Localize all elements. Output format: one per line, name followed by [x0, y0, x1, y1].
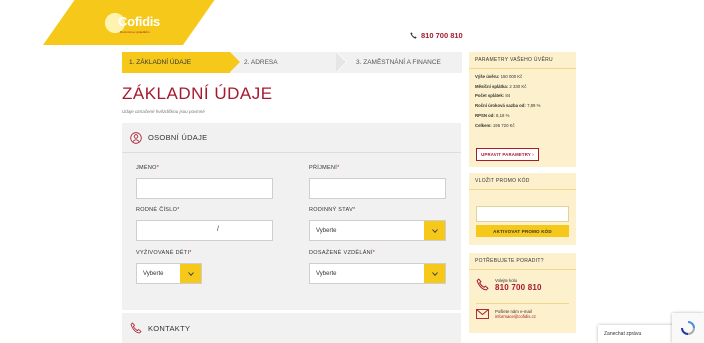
first-name-input[interactable] [136, 178, 273, 199]
education-label: DOSAŽENÉ VZDĚLÁNÍ* [309, 250, 376, 256]
personal-info-panel: OSOBNÍ ÚDAJE JMÉNO* PŘÍJMENÍ* RODNÉ ČÍSL… [122, 123, 461, 310]
children-select[interactable]: Vyberte [136, 263, 202, 284]
chevron-down-icon [424, 264, 445, 283]
step-label: 1. ZÁKLADNÍ ÚDAJE [129, 59, 192, 66]
chat-label: Zanechat zprávu [604, 331, 642, 337]
children-label: VYŽIVOVANÉ DĚTI* [136, 250, 192, 256]
param-row: Roční úroková sazba od: 7,89 % [475, 103, 541, 109]
last-name-input[interactable] [309, 178, 446, 199]
mail-contact[interactable]: Pošlete nám e-mail informace@cofidis.cz [476, 309, 536, 319]
marital-status-select[interactable]: Vyberte [309, 220, 446, 241]
chevron-down-icon [424, 221, 445, 240]
education-value: Vyberte [316, 270, 337, 277]
header-phone[interactable]: 810 700 810 [410, 31, 463, 40]
step-label: 2. ADRESA [244, 59, 278, 66]
mail-link[interactable]: informace@cofidis.cz [495, 314, 536, 319]
logo-text: Cofidis [118, 14, 160, 29]
recaptcha-icon [681, 321, 695, 335]
step-employment: 3. ZAMĚSTNÁNÍ A FINANCE [336, 52, 462, 73]
call-contact[interactable]: Volejte kolu 810 700 810 [476, 278, 542, 292]
help-box: POTŘEBUJETE PORADIT? Volejte kolu 810 70… [469, 253, 576, 333]
personal-info-header: OSOBNÍ ÚDAJE [122, 123, 461, 153]
contacts-panel[interactable]: KONTAKTY [122, 313, 461, 343]
step-label: 3. ZAMĚSTNÁNÍ A FINANCE [356, 59, 441, 66]
promo-box: VLOŽIT PROMO KÓD AKTIVOVAT PROMO KÓD [469, 173, 576, 245]
call-number[interactable]: 810 700 810 [495, 283, 542, 292]
activate-promo-button[interactable]: AKTIVOVAT PROMO KÓD [476, 225, 569, 237]
education-select[interactable]: Vyberte [309, 263, 446, 284]
personal-info-title: OSOBNÍ ÚDAJE [148, 133, 208, 142]
param-row: Měsíční splátka: 2 330 Kč [475, 83, 527, 89]
loan-params-title: PARAMETRY VAŠEHO ÚVĚRU [469, 52, 576, 69]
phone-icon [410, 32, 417, 39]
user-icon [130, 131, 142, 144]
contacts-title: KONTAKTY [148, 323, 191, 333]
first-name-label: JMÉNO* [136, 165, 160, 171]
last-name-label: PŘÍJMENÍ* [309, 165, 340, 171]
param-row: Výše úvěru: 150 000 Kč [475, 74, 523, 79]
divider [476, 303, 569, 304]
page-title: ZÁKLADNÍ ÚDAJE [122, 84, 273, 103]
param-row: RPSN od: 8,18 % [475, 112, 510, 118]
header-phone-number: 810 700 810 [421, 31, 463, 40]
marital-status-label: RODINNÝ STAV* [309, 207, 356, 213]
birth-number-input[interactable] [136, 220, 273, 241]
loan-params-list: Výše úvěru: 150 000 Kč Měsíční splátka: … [469, 69, 576, 130]
promo-code-input[interactable] [476, 206, 569, 222]
param-row: Celkem: 195 720 Kč [475, 122, 515, 128]
step-basic-info: 1. ZÁKLADNÍ ÚDAJE [122, 52, 240, 73]
children-value: Vyberte [143, 270, 164, 277]
logo-tagline: Rozumíme výsledkům [120, 30, 150, 34]
chevron-down-icon [180, 264, 201, 283]
cofidis-logo[interactable]: Cofidis Rozumíme výsledkům [0, 0, 215, 45]
birth-number-label: RODNÉ ČÍSLO* [136, 207, 180, 213]
marital-status-value: Vyberte [316, 227, 337, 234]
param-row: Počet splátek: 84 [475, 93, 511, 99]
help-title: POTŘEBUJETE PORADIT? [469, 253, 576, 270]
edit-params-button[interactable]: UPRAVIT PARAMETRY › [476, 148, 539, 161]
phone-icon [130, 322, 142, 334]
step-address: 2. ADRESA [230, 52, 347, 73]
recaptcha-badge[interactable] [672, 313, 704, 343]
mail-icon [476, 309, 489, 319]
promo-title: VLOŽIT PROMO KÓD [469, 173, 576, 190]
progress-steps: 1. ZÁKLADNÍ ÚDAJE 2. ADRESA 3. ZAMĚSTNÁN… [122, 52, 462, 73]
loan-params-box: PARAMETRY VAŠEHO ÚVĚRU Výše úvěru: 150 0… [469, 52, 576, 167]
phone-icon [476, 278, 489, 291]
required-note: Údaje označené hvězdičkou jsou povinné [122, 109, 205, 114]
birth-number-separator: / [217, 226, 219, 233]
